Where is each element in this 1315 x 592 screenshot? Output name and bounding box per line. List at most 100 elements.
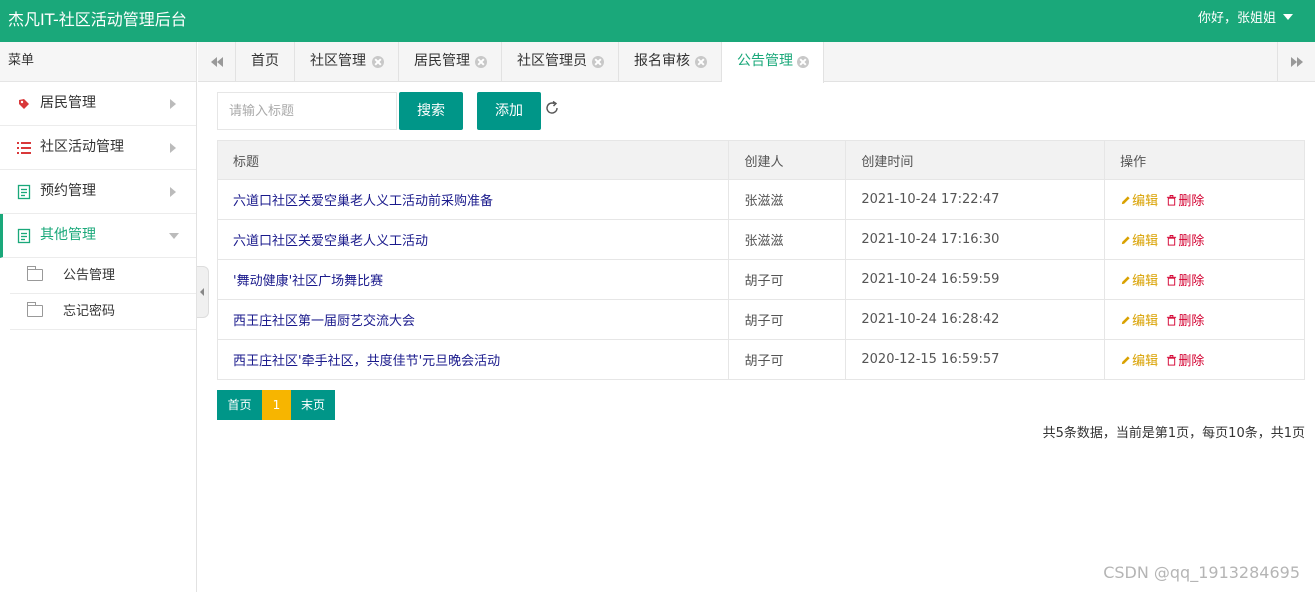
tab-registration-review[interactable]: 报名审核 (619, 42, 722, 82)
pencil-icon (1121, 236, 1130, 245)
cell-actions: 编辑 删除 (1104, 219, 1305, 260)
cell-creator: 胡子可 (728, 299, 847, 340)
menu-heading: 菜单 (0, 42, 196, 82)
tab-label: 居民管理 (414, 53, 470, 69)
user-menu[interactable]: 你好，张姐姐 (1198, 0, 1293, 38)
tab-label: 社区管理 (310, 53, 366, 69)
caret-down-icon (1283, 14, 1293, 20)
cell-title[interactable]: '舞动健康'社区广场舞比赛 (216, 259, 730, 300)
delete-button[interactable]: 删除 (1166, 350, 1204, 369)
sidebar-item-residents[interactable]: 居民管理 (0, 82, 196, 126)
list-icon (17, 142, 31, 154)
sidebar-subitem-announcements[interactable]: 公告管理 (10, 258, 196, 294)
cell-actions: 编辑 删除 (1104, 339, 1305, 380)
watermark: CSDN @qq_1913284695 (1103, 563, 1300, 582)
sidebar-subitem-label: 公告管理 (63, 268, 116, 283)
cell-time: 2021-10-24 16:59:59 (845, 259, 1106, 300)
tag-icon (19, 99, 29, 109)
tab-scroll-left-button[interactable] (198, 42, 236, 82)
form-icon (17, 228, 31, 244)
table-row: 西王庄社区第一届厨艺交流大会 胡子可 2021-10-24 16:28:42 编… (216, 299, 1305, 340)
close-icon[interactable] (695, 56, 707, 68)
trash-icon (1167, 275, 1177, 286)
edit-button[interactable]: 编辑 (1120, 190, 1158, 209)
pencil-icon (1121, 316, 1130, 325)
cell-creator: 张滋滋 (728, 219, 847, 260)
last-page-button[interactable]: 末页 (291, 390, 335, 420)
cell-time: 2021-10-24 16:28:42 (845, 299, 1106, 340)
delete-button[interactable]: 删除 (1166, 310, 1204, 329)
sidebar-subitem-label: 忘记密码 (63, 304, 116, 319)
cell-title[interactable]: 西王庄社区'牵手社区，共度佳节'元旦晚会活动 (216, 339, 730, 380)
close-icon[interactable] (475, 56, 487, 68)
tab-label: 公告管理 (737, 53, 793, 69)
trash-icon (1167, 315, 1177, 326)
edit-button[interactable]: 编辑 (1120, 230, 1158, 249)
chevron-right-icon (170, 187, 176, 197)
tab-residents[interactable]: 居民管理 (399, 42, 502, 82)
sidebar-item-other[interactable]: 其他管理 (0, 214, 196, 258)
sidebar-item-label: 居民管理 (40, 95, 96, 111)
trash-icon (1167, 355, 1177, 366)
tab-label: 报名审核 (634, 53, 690, 69)
sidebar-item-reservations[interactable]: 预约管理 (0, 170, 196, 214)
table-row: 西王庄社区'牵手社区，共度佳节'元旦晚会活动 胡子可 2020-12-15 16… (216, 339, 1305, 380)
chevron-right-icon (170, 143, 176, 153)
close-icon[interactable] (372, 56, 384, 68)
column-header-created-time: 创建时间 (845, 140, 1106, 180)
tab-home[interactable]: 首页 (236, 42, 295, 82)
delete-button[interactable]: 删除 (1166, 230, 1204, 249)
sidebar-subitem-forgot-password[interactable]: 忘记密码 (10, 294, 196, 330)
app-title: 杰凡IT-社区活动管理后台 (8, 10, 187, 29)
column-header-title: 标题 (216, 140, 730, 180)
announcement-table: 标题 创建人 创建时间 操作 六道口社区关爱空巢老人义工活动前采购准备 张滋滋 … (216, 140, 1305, 380)
cell-creator: 胡子可 (728, 259, 847, 300)
tab-label: 社区管理员 (517, 53, 587, 69)
cell-creator: 胡子可 (728, 339, 847, 380)
pencil-icon (1121, 356, 1130, 365)
cell-title[interactable]: 六道口社区关爱空巢老人义工活动 (216, 219, 730, 260)
sidebar-item-community-activities[interactable]: 社区活动管理 (0, 126, 196, 170)
sidebar-item-label: 社区活动管理 (40, 139, 124, 155)
table-row: 六道口社区关爱空巢老人义工活动前采购准备 张滋滋 2021-10-24 17:2… (216, 179, 1305, 220)
tab-community-admins[interactable]: 社区管理员 (502, 42, 619, 82)
cell-title[interactable]: 西王庄社区第一届厨艺交流大会 (216, 299, 730, 340)
top-header: 杰凡IT-社区活动管理后台 你好，张姐姐 (0, 0, 1315, 42)
cell-actions: 编辑 删除 (1104, 299, 1305, 340)
close-icon[interactable] (797, 56, 809, 68)
folder-icon (27, 266, 43, 281)
current-page-button[interactable]: 1 (262, 390, 291, 420)
refresh-icon[interactable] (544, 100, 560, 116)
chevron-down-icon (169, 233, 179, 239)
table-row: '舞动健康'社区广场舞比赛 胡子可 2021-10-24 16:59:59 编辑… (216, 259, 1305, 300)
search-button[interactable]: 搜索 (399, 92, 463, 130)
delete-button[interactable]: 删除 (1166, 190, 1204, 209)
sidebar-item-label: 其他管理 (40, 227, 96, 243)
cell-creator: 张滋滋 (728, 179, 847, 220)
cell-time: 2021-10-24 17:16:30 (845, 219, 1106, 260)
tab-community[interactable]: 社区管理 (295, 42, 399, 82)
edit-button[interactable]: 编辑 (1120, 270, 1158, 289)
sidebar: 菜单 居民管理 社区活动管理 预约管理 其他管理 公告管理 忘记密码 (0, 42, 197, 592)
form-icon (17, 184, 31, 200)
cell-time: 2020-12-15 16:59:57 (845, 339, 1106, 380)
table-header-row: 标题 创建人 创建时间 操作 (216, 140, 1305, 180)
tab-label: 首页 (251, 53, 279, 69)
cell-title[interactable]: 六道口社区关爱空巢老人义工活动前采购准备 (216, 179, 730, 220)
folder-icon (27, 302, 43, 317)
sidebar-collapse-handle[interactable] (197, 266, 209, 318)
search-input[interactable] (217, 92, 397, 130)
edit-button[interactable]: 编辑 (1120, 310, 1158, 329)
edit-button[interactable]: 编辑 (1120, 350, 1158, 369)
add-button[interactable]: 添加 (477, 92, 541, 130)
tab-announcements[interactable]: 公告管理 (722, 42, 824, 83)
cell-actions: 编辑 删除 (1104, 179, 1305, 220)
delete-button[interactable]: 删除 (1166, 270, 1204, 289)
user-greeting: 你好，张姐姐 (1197, 11, 1276, 26)
tab-bar: 首页 社区管理 居民管理 社区管理员 报名审核 公告管理 (198, 42, 1315, 83)
close-icon[interactable] (592, 56, 604, 68)
trash-icon (1167, 195, 1177, 206)
trash-icon (1167, 235, 1177, 246)
first-page-button[interactable]: 首页 (217, 390, 262, 420)
tab-scroll-right-button[interactable] (1277, 42, 1315, 82)
